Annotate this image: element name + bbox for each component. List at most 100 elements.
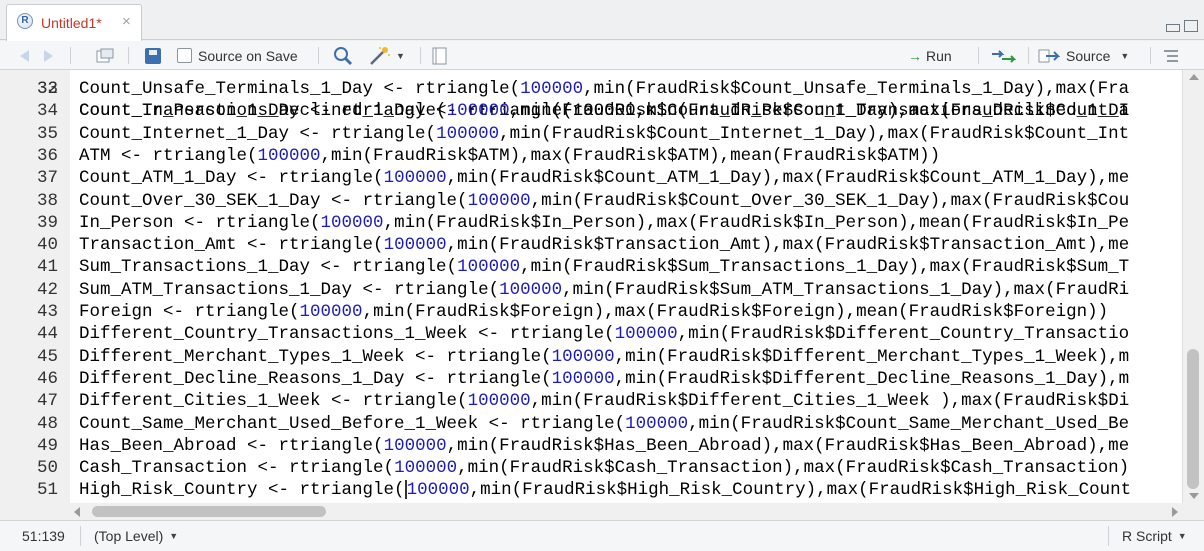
code-line[interactable]: 47 Different_Cities_1_Week <- rtriangle(1… [0, 390, 1182, 412]
source-arrow-icon [1038, 49, 1060, 62]
code-text: Count_Internet_1_Day <- rtriangle(100000… [79, 123, 1129, 145]
scope-selector[interactable]: (Top Level) ▼ [94, 528, 178, 544]
code-segment: In_Person <- rtriangle( [79, 212, 321, 233]
source-on-save-checkbox[interactable] [177, 48, 192, 63]
scope-label: (Top Level) [94, 528, 164, 544]
forward-button[interactable] [44, 45, 53, 66]
toolbar-divider [420, 47, 421, 64]
line-number: 51 [36, 480, 58, 501]
numeric-literal: 100000 [383, 435, 447, 456]
rerun-button[interactable] [990, 45, 1016, 66]
vertical-scroll-thumb[interactable] [1187, 349, 1199, 489]
code-line[interactable]: 49 Has_Been_Abroad <- rtriangle(100000,mi… [0, 435, 1182, 457]
line-number: 47 [36, 391, 58, 412]
close-tab-icon[interactable]: × [122, 13, 131, 30]
numeric-literal: 100000 [551, 346, 615, 367]
scroll-right-icon[interactable] [1172, 507, 1178, 517]
compile-report-button[interactable] [432, 45, 448, 66]
numeric-literal: 100000 [320, 212, 384, 233]
chevron-down-icon[interactable]: ▼ [1120, 51, 1129, 61]
code-editor[interactable]: 32 Count_Transactions_Declined_1_Day <- … [0, 70, 1182, 503]
code-segment: ,min(FraudRisk$Count_Over_30_SEK_1_Day),… [530, 190, 1130, 211]
line-number: 48 [36, 413, 58, 434]
line-number: 42 [36, 279, 58, 300]
code-text: Transaction_Amt <- rtriangle(100000,min(… [79, 234, 1129, 256]
back-arrow-icon [20, 49, 29, 62]
save-button[interactable] [145, 45, 161, 66]
code-segment: Different_Cities_1_Week <- rtriangle( [79, 391, 468, 412]
code-line[interactable]: 51 High_Risk_Country <- rtriangle(100000,… [0, 479, 1182, 501]
code-line[interactable]: 38 Count_Over_30_SEK_1_Day <- rtriangle(1… [0, 190, 1182, 212]
code-line[interactable]: 33 Count_Unsafe_Terminals_1_Day <- rtrian… [0, 78, 1182, 100]
code-line[interactable]: 37 Count_ATM_1_Day <- rtriangle(100000,mi… [0, 167, 1182, 189]
code-line[interactable]: 36 ATM <- rtriangle(100000,min(FraudRisk$… [0, 145, 1182, 167]
magnifier-icon [334, 46, 353, 65]
code-text: Sum_Transactions_1_Day <- rtriangle(1000… [79, 256, 1129, 278]
code-segment: Transaction_Amt <- rtriangle( [79, 235, 384, 256]
code-line[interactable]: 43 Foreign <- rtriangle(100000,min(FraudR… [0, 301, 1182, 323]
code-segment: ,min(FraudRisk$Count_Internet_1_Day),max… [499, 123, 1130, 144]
code-line[interactable]: 46 Different_Decline_Reasons_1_Day <- rtr… [0, 368, 1182, 390]
show-in-window-button[interactable] [96, 45, 114, 66]
code-line-partial[interactable]: 32 Count_Transactions_Declined_1_Day <- … [0, 70, 1182, 121]
toolbar-divider [1028, 47, 1029, 64]
source-on-save-label: Source on Save [198, 47, 298, 64]
document-outline-button[interactable] [1162, 45, 1180, 66]
scroll-down-icon[interactable] [1189, 493, 1199, 499]
code-segment: ,min(FraudRisk$Count_In_Person_1_Day),ma… [509, 101, 1130, 122]
code-line[interactable]: 41 Sum_Transactions_1_Day <- rtriangle(10… [0, 256, 1182, 278]
line-number: 50 [36, 458, 58, 479]
code-line[interactable]: 48 Count_Same_Merchant_Used_Before_1_Week… [0, 413, 1182, 435]
toolbar-divider [128, 47, 129, 64]
back-button[interactable] [20, 45, 29, 66]
tab-untitled1[interactable]: R Untitled1* × [6, 4, 142, 41]
status-bar: 51:139 (Top Level) ▼ R Script ▼ [0, 520, 1204, 551]
code-segment: ,min(FraudRisk$Different_Decline_Reasons… [614, 368, 1130, 389]
code-segment: Different_Decline_Reasons_1_Day <- rtria… [79, 368, 552, 389]
code-segment: ,min(FraudRisk$Sum_Transactions_1_Day),m… [520, 257, 1130, 278]
code-text: Has_Been_Abroad <- rtriangle(100000,min(… [79, 435, 1129, 457]
numeric-literal: 100000 [383, 235, 447, 256]
code-line[interactable]: 34 Count_In_Person_1_Day <- rtriangle(100… [0, 100, 1182, 122]
code-text: Cash_Transaction <- rtriangle(100000,min… [79, 457, 1129, 479]
code-line[interactable]: 35 Count_Internet_1_Day <- rtriangle(1000… [0, 123, 1182, 145]
code-line[interactable]: 50 Cash_Transaction <- rtriangle(100000,m… [0, 457, 1182, 479]
horizontal-scrollbar[interactable] [70, 503, 1182, 520]
code-segment: Count_Over_30_SEK_1_Day <- rtriangle( [79, 190, 468, 211]
chevron-down-icon: ▼ [396, 50, 405, 61]
scroll-up-icon[interactable] [1189, 74, 1199, 80]
code-segment: ,min(FraudRisk$Foreign),max(FraudRisk$Fo… [362, 302, 1109, 322]
toolbar-divider [70, 47, 71, 64]
scroll-left-icon[interactable] [74, 507, 80, 517]
code-segment: Cash_Transaction <- rtriangle( [79, 458, 395, 479]
vertical-scrollbar[interactable] [1182, 70, 1204, 503]
code-line[interactable]: 44 Different_Country_Transactions_1_Week … [0, 323, 1182, 345]
horizontal-scroll-thumb[interactable] [92, 506, 326, 517]
code-segment: ,min(FraudRisk$High_Risk_Country),max(Fr… [469, 480, 1132, 501]
code-segment: Has_Been_Abroad <- rtriangle( [79, 435, 384, 456]
code-segment: ,min(FraudRisk$Count_Unsafe_Terminals_1_… [583, 79, 1130, 99]
line-number: 39 [36, 212, 58, 233]
maximize-pane-icon[interactable] [1184, 20, 1198, 32]
run-button[interactable]: → Run [908, 45, 952, 66]
code-segment: ,min(FraudRisk$Sum_ATM_Transactions_1_Da… [562, 279, 1130, 300]
code-text: High_Risk_Country <- rtriangle(100000,mi… [79, 479, 1131, 501]
code-segment: ,min(FraudRisk$Different_Cities_1_Week )… [530, 391, 1130, 412]
file-type-selector[interactable]: R Script ▼ [1122, 528, 1187, 544]
line-number: 38 [36, 190, 58, 211]
numeric-literal: 100000 [457, 257, 521, 278]
code-line[interactable]: 45 Different_Merchant_Types_1_Week <- rtr… [0, 346, 1182, 368]
code-segment: ,min(FraudRisk$Has_Been_Abroad),max(Frau… [446, 435, 1130, 456]
code-text: Count_In_Person_1_Day <- rtriangle(10000… [79, 100, 1129, 122]
chevron-down-icon: ▼ [1177, 531, 1187, 541]
source-on-save-toggle[interactable]: Source on Save [177, 45, 298, 66]
editor-toolbar: Source on Save ▼ → Run Source ▼ [0, 41, 1204, 70]
r-file-icon: R [17, 13, 33, 29]
minimize-pane-icon[interactable] [1166, 24, 1180, 32]
code-tools-button[interactable]: ▼ [368, 45, 405, 66]
find-replace-button[interactable] [333, 45, 353, 66]
source-button[interactable]: Source ▼ [1038, 45, 1129, 66]
code-line[interactable]: 42 Sum_ATM_Transactions_1_Day <- rtriangl… [0, 279, 1182, 301]
code-line[interactable]: 40 Transaction_Amt <- rtriangle(100000,mi… [0, 234, 1182, 256]
code-line[interactable]: 39 In_Person <- rtriangle(100000,min(Frau… [0, 212, 1182, 234]
